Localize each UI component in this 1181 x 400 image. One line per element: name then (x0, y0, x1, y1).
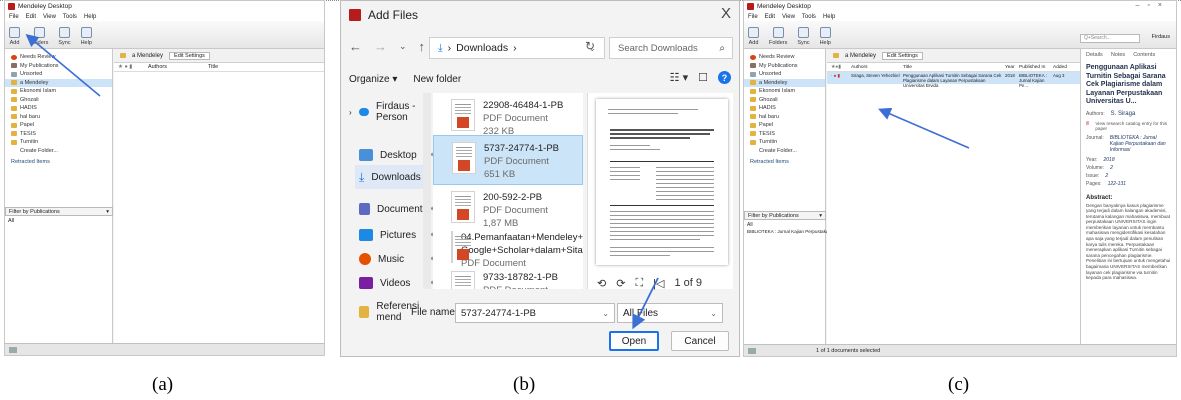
arrow-to-imported-row (878, 107, 970, 149)
arrow-to-add-button (25, 33, 101, 97)
arrow-overlay (632, 277, 659, 330)
arrow-to-open-button (632, 277, 659, 330)
panel-c: Mendeley Desktop –▫× File Edit View Tool… (743, 0, 1177, 357)
caption-a: (a) (152, 374, 174, 395)
arrow-overlay (25, 33, 101, 97)
caption-b: (b) (513, 374, 536, 395)
caption-c: (c) (948, 374, 970, 395)
panel-a: Mendeley Desktop File Edit View Tools He… (4, 0, 325, 356)
arrow-overlay (878, 107, 970, 149)
panel-b: Add Files X ← → ⌄ ↑ ⤓ › Downloads › ⌄ ↻ … (340, 0, 740, 357)
